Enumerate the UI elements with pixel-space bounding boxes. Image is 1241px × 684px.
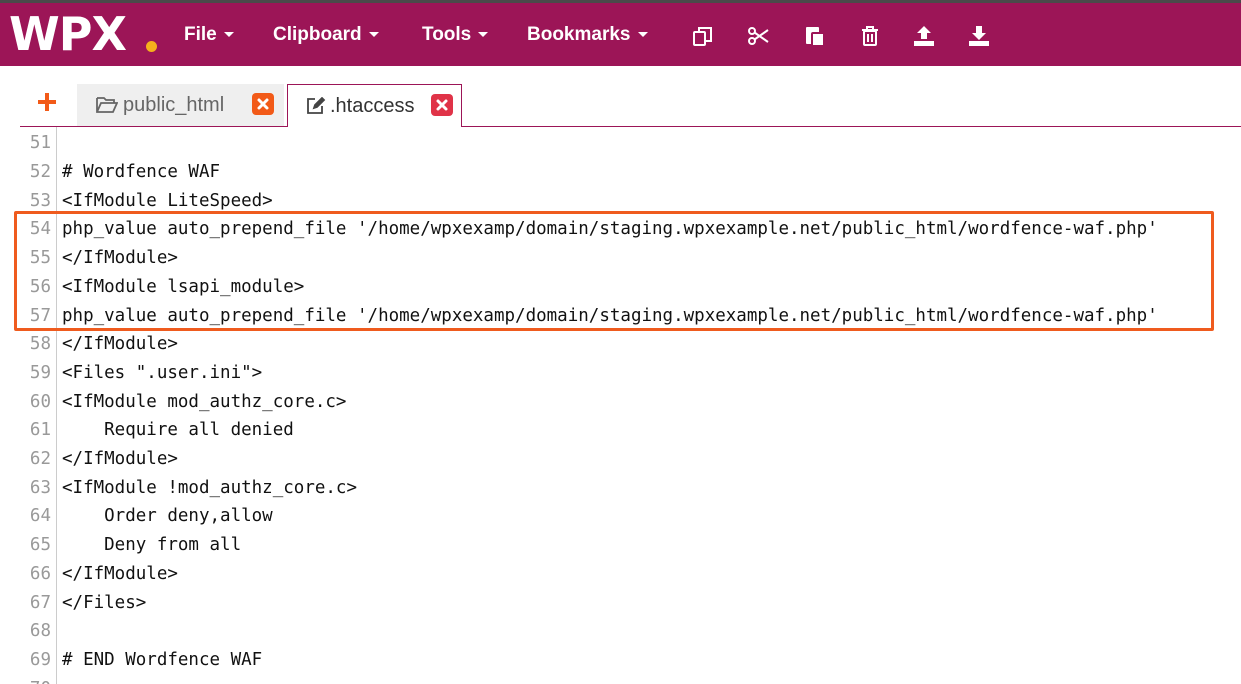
line-text: <IfModule lsapi_module> [62, 276, 305, 297]
file-menu-label: File [184, 24, 217, 45]
line-number: 61 [29, 420, 51, 441]
clipboard-menu[interactable]: Clipboard [273, 23, 379, 47]
line-text: Deny from all [62, 535, 242, 556]
code-line: 55 </IfModule> [20, 244, 1241, 273]
trash-icon[interactable] [857, 23, 883, 49]
line-text: Require all denied [62, 420, 294, 441]
clipboard-menu-label: Clipboard [273, 24, 362, 45]
plus-icon [38, 93, 56, 111]
line-text: Order deny,allow [62, 506, 273, 527]
line-text: </IfModule> [62, 334, 178, 355]
line-number: 66 [29, 563, 51, 584]
paste-icon[interactable] [802, 23, 828, 49]
code-line: 68 [20, 617, 1241, 646]
code-line: 59 <Files ".user.ini"> [20, 359, 1241, 388]
chevron-down-icon [637, 32, 648, 38]
line-number: 53 [29, 190, 51, 211]
line-number: 65 [29, 535, 51, 556]
chevron-down-icon [368, 32, 379, 38]
code-line: 65 Deny from all [20, 531, 1241, 560]
logo-dot [146, 41, 157, 52]
tab-public-html[interactable]: public_html [77, 84, 284, 126]
line-number: 54 [29, 219, 51, 240]
code-line: 70 [20, 675, 1241, 684]
line-number: 64 [29, 506, 51, 527]
line-number: 58 [29, 334, 51, 355]
edit-icon [306, 96, 326, 120]
bookmarks-menu[interactable]: Bookmarks [527, 23, 648, 47]
upload-icon[interactable] [911, 23, 937, 49]
line-number: 56 [29, 276, 51, 297]
code-line: 69 # END Wordfence WAF [20, 646, 1241, 675]
line-number: 63 [29, 477, 51, 498]
line-number: 70 [20, 675, 51, 684]
line-text: </Files> [62, 592, 147, 613]
line-text: # END Wordfence WAF [62, 649, 263, 670]
add-tab-button[interactable] [36, 91, 58, 113]
top-navbar: WPX File Clipboard Tools Bookmarks [0, 3, 1241, 66]
tab-label-public-html: public_html [123, 94, 225, 116]
close-icon [436, 99, 448, 111]
wpx-logo: WPX [9, 7, 127, 61]
line-text: <IfModule LiteSpeed> [62, 190, 273, 211]
tools-menu[interactable]: Tools [422, 23, 489, 47]
code-line: 56 <IfModule lsapi_module> [20, 273, 1241, 302]
line-text: <Files ".user.ini"> [62, 362, 263, 383]
line-number: 67 [29, 592, 51, 613]
line-text: </IfModule> [62, 449, 178, 469]
code-line: 54 php_value auto_prepend_file '/home/wpx… [20, 215, 1241, 244]
chevron-down-icon [478, 32, 489, 38]
code-line: 66 </IfModule> [20, 560, 1241, 589]
code-line: 53 <IfModule LiteSpeed> [20, 187, 1241, 216]
line-number: 51 [29, 133, 51, 154]
code-line: 51 [20, 129, 1241, 158]
cut-icon[interactable] [746, 23, 772, 49]
code-line: 58 </IfModule> [20, 330, 1241, 359]
line-number: 68 [29, 621, 51, 642]
line-text: <IfModule !mod_authz_core.c> [62, 477, 358, 498]
code-line: 63 <IfModule !mod_authz_core.c> [20, 474, 1241, 503]
code-line: 52 # Wordfence WAF [20, 158, 1241, 187]
line-number: 57 [29, 305, 51, 326]
line-text: <IfModule mod_authz_core.c> [62, 391, 347, 412]
code-line: 64 Order deny,allow [20, 502, 1241, 531]
close-icon [257, 98, 269, 110]
line-number: 60 [29, 391, 51, 412]
line-number: 52 [29, 162, 51, 182]
tab-label-htaccess: .htaccess [330, 95, 415, 117]
line-text: </IfModule> [62, 248, 178, 269]
tab-htaccess[interactable]: .htaccess [287, 84, 462, 127]
code-editor[interactable]: 51 52 # Wordfence WAF 53 <IfModule LiteSpe… [20, 127, 1241, 684]
line-number: 69 [29, 649, 51, 670]
copy-icon[interactable] [690, 23, 716, 49]
download-icon[interactable] [966, 23, 992, 49]
code-line: 62 </IfModule> [20, 445, 1241, 474]
close-tab-public-html-button[interactable] [252, 93, 274, 115]
code-line: 57 php_value auto_prepend_file '/home/wpx… [20, 302, 1241, 331]
close-tab-htaccess-button[interactable] [431, 94, 453, 116]
line-text: # Wordfence WAF [62, 162, 221, 182]
code-line: 67 </Files> [20, 589, 1241, 618]
code-line: 61 Require all denied [20, 416, 1241, 445]
folder-open-icon [96, 96, 119, 119]
tools-menu-label: Tools [422, 24, 472, 45]
line-text: </IfModule> [62, 563, 178, 584]
chevron-down-icon [223, 32, 234, 38]
line-number: 62 [29, 449, 51, 469]
code-line: 60 <IfModule mod_authz_core.c> [20, 388, 1241, 417]
line-text: php_value auto_prepend_file '/home/wpxex… [62, 219, 1158, 240]
line-text: php_value auto_prepend_file '/home/wpxex… [62, 305, 1158, 326]
file-menu[interactable]: File [184, 23, 234, 47]
bookmarks-menu-label: Bookmarks [527, 24, 631, 45]
line-number: 59 [29, 362, 51, 383]
line-number: 55 [29, 248, 51, 269]
